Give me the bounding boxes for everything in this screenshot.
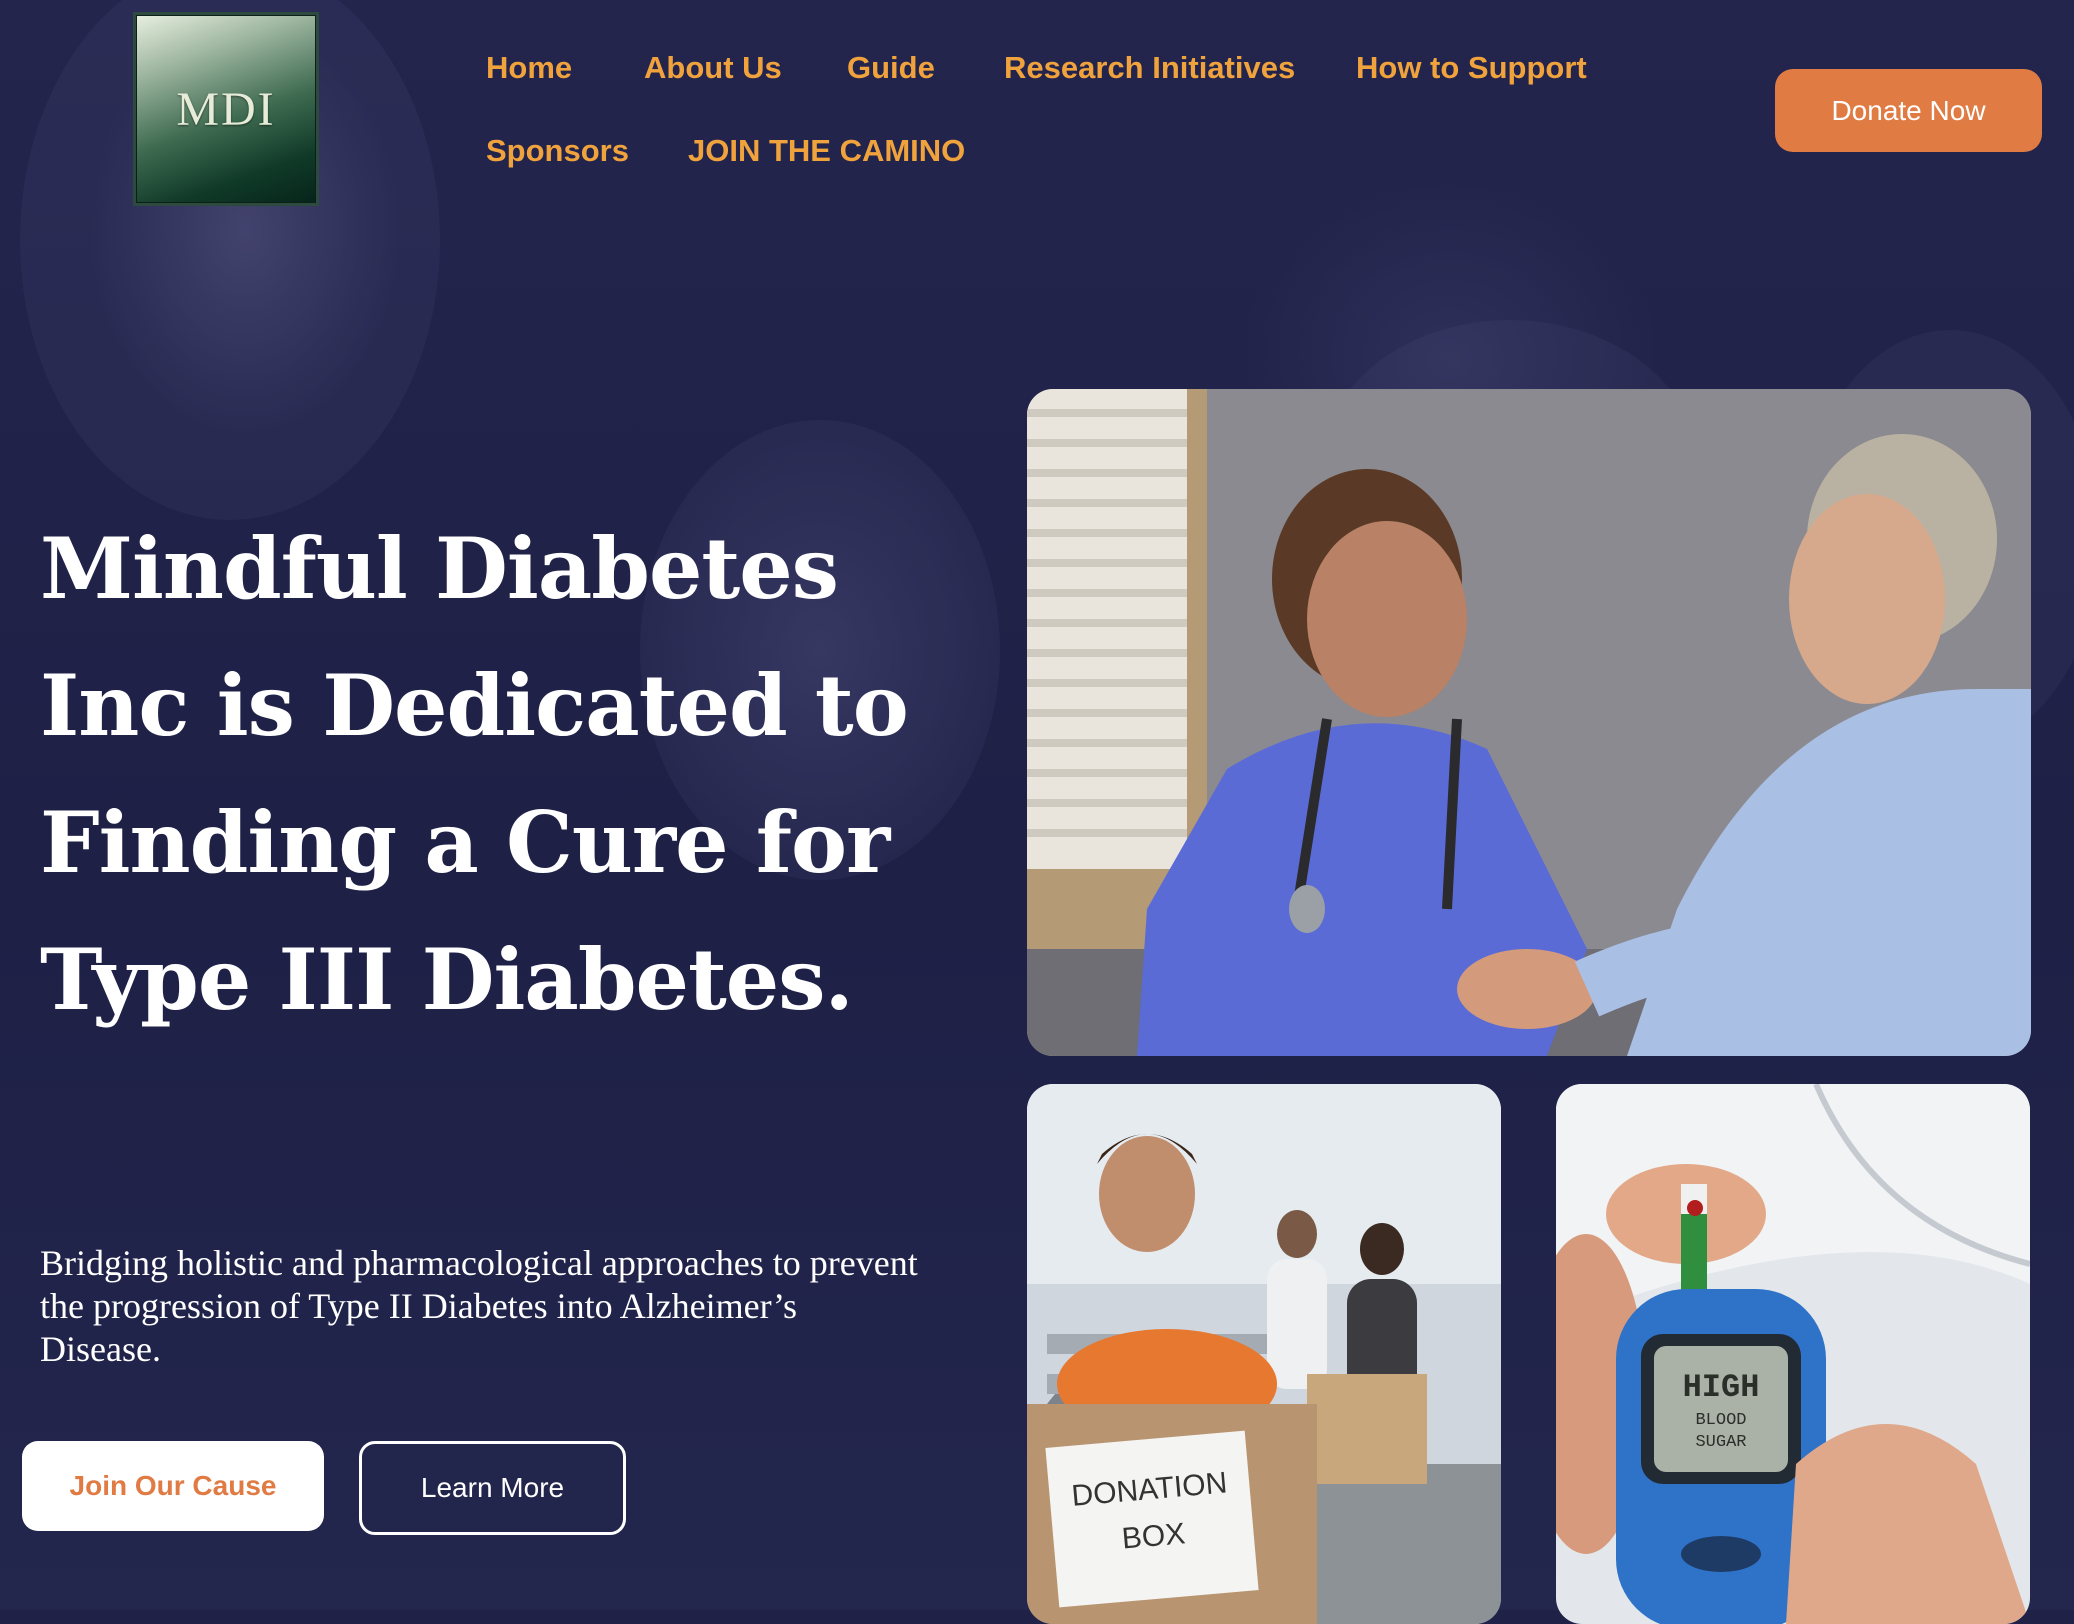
- learn-more-button[interactable]: Learn More: [359, 1441, 626, 1535]
- nav-join-the-camino[interactable]: JOIN THE CAMINO: [688, 133, 965, 169]
- logo-text: MDI: [176, 82, 276, 136]
- hero-subtitle: Bridging holistic and pharmacological ap…: [40, 1243, 918, 1369]
- donation-box-label-2: BOX: [1121, 1517, 1187, 1555]
- site-logo[interactable]: MDI: [133, 12, 319, 206]
- nav-sponsors[interactable]: Sponsors: [486, 133, 629, 169]
- nav-about-us[interactable]: About Us: [644, 50, 782, 86]
- meter-text-high: HIGH: [1683, 1369, 1760, 1406]
- nav-guide[interactable]: Guide: [847, 50, 935, 86]
- nav-research-initiatives[interactable]: Research Initiatives: [1004, 50, 1295, 86]
- donate-now-button[interactable]: Donate Now: [1775, 69, 2042, 152]
- nurse-patient-photo: [1027, 389, 2031, 1056]
- nav-how-to-support[interactable]: How to Support: [1356, 50, 1587, 86]
- hero-title: Mindful Diabetes Inc is Dedicated to Fin…: [40, 519, 909, 1029]
- meter-text-blood: BLOOD: [1695, 1411, 1746, 1430]
- donation-box-photo: DONATION BOX: [1027, 1084, 1501, 1624]
- meter-text-sugar: SUGAR: [1695, 1433, 1746, 1452]
- site-header: MDI Home About Us Guide Research Initiat…: [0, 0, 2074, 230]
- nav-home[interactable]: Home: [486, 50, 572, 86]
- join-our-cause-button[interactable]: Join Our Cause: [22, 1441, 324, 1531]
- glucose-meter-photo: HIGH BLOOD SUGAR: [1556, 1084, 2030, 1624]
